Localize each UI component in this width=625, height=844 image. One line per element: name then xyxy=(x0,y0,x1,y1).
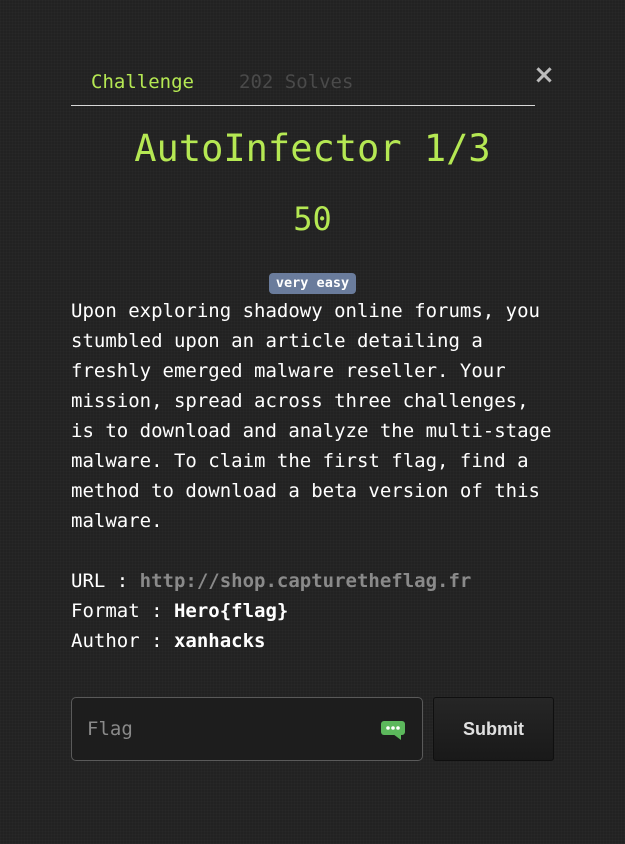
difficulty-badge: very easy xyxy=(268,273,357,294)
format-line: Format : Hero{flag} xyxy=(71,596,591,626)
flag-input[interactable] xyxy=(72,698,372,760)
challenge-title: AutoInfector 1/3 xyxy=(134,127,491,170)
challenge-tabs: Challenge 202 Solves xyxy=(71,62,535,106)
url-label: URL : xyxy=(71,570,140,592)
tab-solves[interactable]: 202 Solves xyxy=(239,71,353,93)
challenge-modal: Challenge 202 Solves × AutoInfector 1/3 … xyxy=(0,0,625,844)
flag-format: Hero{flag} xyxy=(173,600,289,622)
challenge-description: Upon exploring shadowy online forums, yo… xyxy=(71,300,552,532)
difficulty-badge-container: very easy xyxy=(0,272,625,294)
challenge-url-link[interactable]: http://shop.capturetheflag.fr xyxy=(140,570,472,592)
tab-challenge[interactable]: Challenge xyxy=(91,71,194,93)
chat-bubble-icon xyxy=(381,721,405,740)
author-label: Author : xyxy=(71,630,174,652)
author-line: Author : xanhacks xyxy=(71,626,591,656)
close-icon[interactable]: × xyxy=(532,62,556,88)
url-line: URL : http://shop.capturetheflag.fr xyxy=(71,566,591,596)
submit-button[interactable]: Submit xyxy=(433,697,554,761)
author-name: xanhacks xyxy=(173,630,266,652)
flag-input-container xyxy=(71,697,423,761)
challenge-points: 50 xyxy=(293,200,332,238)
format-label: Format : xyxy=(71,600,174,622)
